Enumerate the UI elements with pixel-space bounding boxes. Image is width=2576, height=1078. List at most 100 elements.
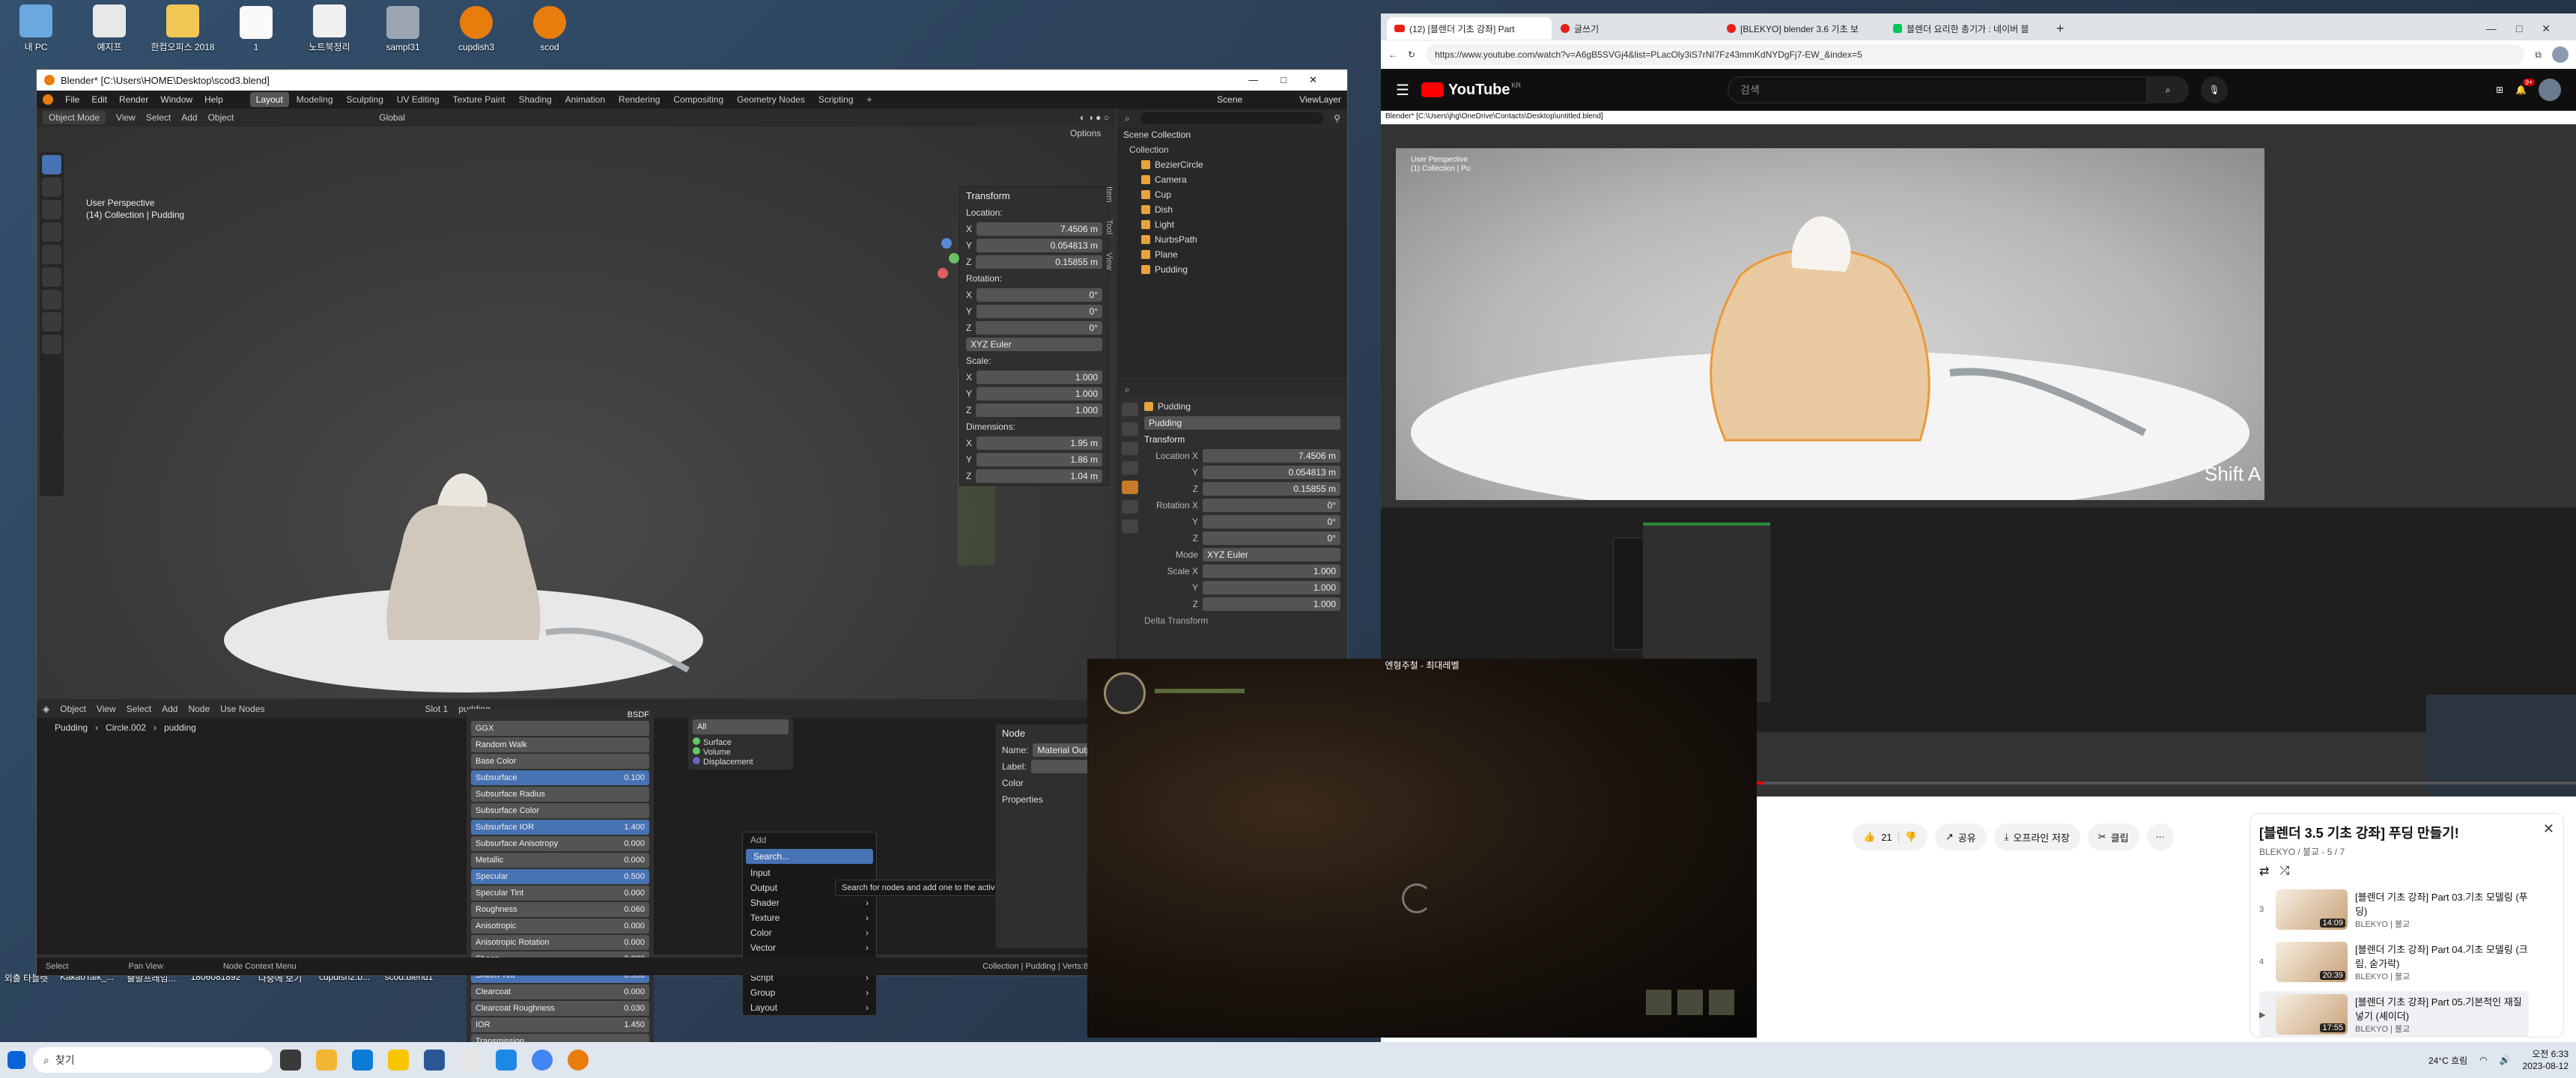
move-tool[interactable]: [42, 200, 61, 219]
tab-shading[interactable]: Shading: [513, 92, 558, 107]
location-z-field[interactable]: 0.15855 m: [976, 255, 1102, 269]
object-dropdown[interactable]: Object: [60, 704, 86, 714]
menu-file[interactable]: File: [65, 94, 79, 105]
weather-status[interactable]: 24°C 흐림: [2428, 1054, 2467, 1067]
blender-menu-icon[interactable]: [43, 94, 53, 105]
gizmo-z[interactable]: [941, 238, 952, 249]
bsdf-input-row[interactable]: Base Color: [471, 754, 649, 769]
bsdf-input-row[interactable]: Subsurface Anisotropy 0.000: [471, 836, 649, 851]
microphone-icon[interactable]: 🎙: [2201, 76, 2229, 103]
notepad-icon[interactable]: [460, 1050, 481, 1071]
prop-rotation-y[interactable]: 0°: [1203, 515, 1340, 529]
add-cube-tool[interactable]: [42, 335, 61, 354]
back-icon[interactable]: ←: [1388, 49, 1397, 60]
menu-help[interactable]: Help: [204, 94, 223, 105]
taskbar-search[interactable]: ⌕ 찾기: [33, 1047, 273, 1073]
vscode-icon[interactable]: [496, 1050, 517, 1071]
tab-geometry-nodes[interactable]: Geometry Nodes: [731, 92, 811, 107]
more-actions-button[interactable]: ⋯: [2146, 823, 2174, 850]
tab-sculpting[interactable]: Sculpting: [341, 92, 389, 107]
delta-transform-section[interactable]: Delta Transform: [1144, 615, 1208, 626]
node-properties-section[interactable]: Properties: [1002, 794, 1043, 805]
dimensions-x-field[interactable]: 1.95 m: [976, 436, 1102, 450]
options-dropdown[interactable]: Options: [1070, 128, 1101, 138]
clock[interactable]: 오전 6:33 2023-08-12: [2523, 1048, 2569, 1072]
desktop-icon[interactable]: cupdish3: [440, 5, 512, 52]
like-button[interactable]: 👍 21 👎: [1853, 823, 1928, 850]
desktop-icon[interactable]: sampl31: [367, 5, 439, 52]
add-menu-search[interactable]: Search...: [746, 849, 873, 864]
clip-button[interactable]: ✂ 클립: [2087, 823, 2139, 850]
outliner-item[interactable]: BezierCircle: [1119, 157, 1346, 172]
slot-dropdown[interactable]: Slot 1: [425, 704, 449, 714]
add-menu-item[interactable]: Texture ›: [743, 910, 876, 925]
transform-orientation-dropdown[interactable]: Global: [379, 112, 405, 123]
create-icon[interactable]: ⊞: [2496, 85, 2503, 95]
tab-scripting[interactable]: Scripting: [812, 92, 860, 107]
add-workspace-button[interactable]: +: [861, 92, 878, 107]
notifications-icon[interactable]: 🔔 9+: [2515, 79, 2536, 95]
menu-add[interactable]: Add: [162, 704, 177, 714]
outliner-item[interactable]: Plane: [1119, 247, 1346, 262]
object-tab-icon[interactable]: [1122, 481, 1138, 494]
tab-modeling[interactable]: Modeling: [291, 92, 339, 107]
playlist-item[interactable]: 4 20:39 [블렌더 기초 강좌] Part 04.기초 모델링 (크림, …: [2259, 939, 2529, 985]
skill-icon[interactable]: [1646, 990, 1671, 1015]
bsdf-input-row[interactable]: IOR 1.450: [471, 1017, 649, 1032]
menu-object[interactable]: Object: [208, 112, 234, 123]
edge-icon[interactable]: [352, 1050, 373, 1071]
tab-tool[interactable]: Tool: [1105, 219, 1114, 234]
desktop-icon[interactable]: 예지프: [73, 4, 145, 53]
share-button[interactable]: ↗ 공유: [1934, 823, 1987, 850]
socket-icon[interactable]: [693, 757, 700, 764]
object-mode-dropdown[interactable]: Object Mode: [43, 111, 106, 124]
properties-search-icon[interactable]: ⌕: [1125, 384, 1130, 395]
outliner-scene-collection[interactable]: Scene Collection: [1119, 127, 1346, 142]
prop-rotation-mode[interactable]: XYZ Euler: [1203, 548, 1340, 561]
search-icon[interactable]: ⌕: [2147, 76, 2190, 103]
gizmo-y[interactable]: [949, 253, 959, 264]
volume-icon[interactable]: 🔊: [2500, 1055, 2511, 1065]
tab-texture-paint[interactable]: Texture Paint: [447, 92, 511, 107]
rotation-mode-dropdown[interactable]: XYZ Euler: [966, 338, 1102, 351]
viewlayer-selector[interactable]: ViewLayer: [1299, 94, 1341, 105]
wifi-icon[interactable]: ◠: [2479, 1055, 2487, 1065]
menu-select[interactable]: Select: [146, 112, 171, 123]
bsdf-input-row[interactable]: Subsurface Color: [471, 803, 649, 818]
menu-window[interactable]: Window: [160, 94, 192, 105]
prop-scale-x[interactable]: 1.000: [1203, 564, 1340, 578]
gizmo-x[interactable]: [938, 268, 948, 278]
object-name-field[interactable]: Pudding: [1144, 416, 1340, 430]
file-explorer-icon[interactable]: [316, 1050, 337, 1071]
browser-tab[interactable]: (12) [블렌더 기초 강좌] Part: [1387, 17, 1552, 40]
scene-selector[interactable]: Scene: [1217, 94, 1242, 105]
close-icon[interactable]: ✕: [2543, 821, 2554, 837]
add-menu-item[interactable]: Input: [743, 865, 876, 880]
chrome-icon[interactable]: [532, 1050, 553, 1071]
rotation-z-field[interactable]: 0°: [976, 321, 1102, 335]
tab-layout[interactable]: Layout: [249, 92, 289, 107]
outliner-search-input[interactable]: [1140, 112, 1324, 124]
rotate-tool[interactable]: [42, 222, 61, 242]
add-menu-item[interactable]: Layout ›: [743, 1000, 876, 1015]
outliner-item[interactable]: Light: [1119, 217, 1346, 232]
output-tab-icon[interactable]: [1122, 442, 1138, 455]
menu-view[interactable]: View: [116, 112, 136, 123]
menu-add[interactable]: Add: [181, 112, 197, 123]
bsdf-input-row[interactable]: Anisotropic 0.000: [471, 919, 649, 934]
tab-rendering[interactable]: Rendering: [613, 92, 666, 107]
window-controls[interactable]: —□✕: [2486, 22, 2570, 35]
cursor-tool[interactable]: [42, 177, 61, 197]
bsdf-input-row[interactable]: Subsurface Radius: [471, 787, 649, 802]
outliner-item[interactable]: Dish: [1119, 202, 1346, 217]
node-color-section[interactable]: Color: [1002, 778, 1024, 788]
bsdf-input-row[interactable]: Clearcoat 0.000: [471, 984, 649, 999]
rotation-x-field[interactable]: 0°: [976, 288, 1102, 302]
playlist-item-current[interactable]: ▶ 17:55 [블렌더 기초 강좌] Part 05.기본적인 재질 넣기 (…: [2259, 991, 2529, 1038]
bsdf-input-row[interactable]: Roughness 0.060: [471, 902, 649, 917]
location-x-field[interactable]: 7.4506 m: [976, 222, 1102, 236]
word-icon[interactable]: [424, 1050, 445, 1071]
skill-icon[interactable]: [1677, 990, 1703, 1015]
task-view-icon[interactable]: [280, 1050, 301, 1071]
prop-rotation-z[interactable]: 0°: [1203, 532, 1340, 545]
